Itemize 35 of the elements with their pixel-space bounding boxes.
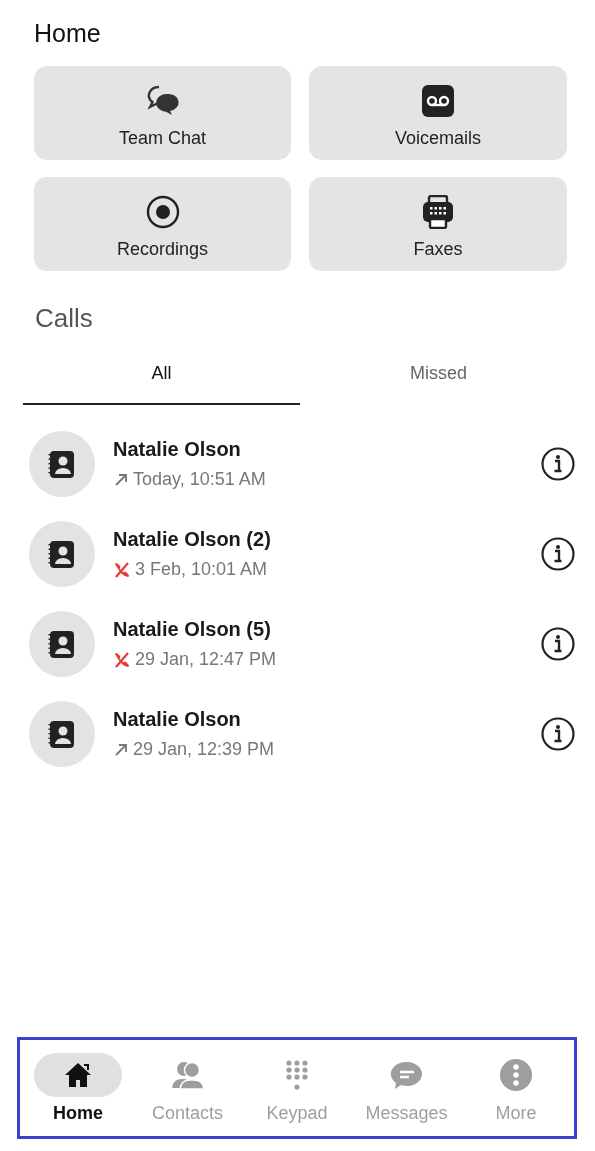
info-icon[interactable]: [541, 537, 575, 571]
info-icon[interactable]: [541, 627, 575, 661]
caller-name: Natalie Olson (2): [113, 528, 272, 551]
page-title: Home: [34, 18, 102, 49]
fax-icon: [421, 194, 455, 229]
call-time: 3 Feb, 10:01 AM: [135, 559, 268, 580]
tab[interactable]: All: [23, 355, 300, 405]
section-heading: Calls: [35, 302, 94, 335]
caller-name: Natalie Olson: [113, 708, 242, 731]
info-icon[interactable]: [541, 717, 575, 751]
call-time: Today, 10:51 AM: [133, 469, 266, 490]
call-time: 29 Jan, 12:39 PM: [133, 739, 275, 760]
missed-call-icon: [113, 560, 131, 579]
contact-avatar-icon: [29, 701, 95, 767]
outgoing-arrow-icon: [113, 741, 129, 758]
contact-avatar-icon: [29, 521, 95, 587]
shortcut-tile[interactable]: Voicemails: [309, 66, 567, 160]
message-bubble-icon: [389, 1059, 424, 1090]
record-icon: [145, 194, 180, 229]
contact-avatar-icon: [29, 431, 95, 497]
people-icon: [170, 1059, 205, 1090]
chat-bubbles-icon: [145, 83, 180, 118]
more-icon: [500, 1058, 532, 1091]
caller-name: Natalie Olson (5): [113, 618, 272, 641]
info-icon[interactable]: [541, 447, 575, 481]
shortcut-tile[interactable]: Recordings: [34, 177, 291, 271]
contact-avatar-icon: [29, 611, 95, 677]
shortcut-tile[interactable]: Faxes: [309, 177, 567, 271]
outgoing-arrow-icon: [113, 471, 129, 488]
voicemail-icon: [421, 83, 455, 118]
tab[interactable]: Missed: [300, 355, 577, 405]
missed-call-icon: [113, 650, 131, 669]
call-time: 29 Jan, 12:47 PM: [135, 649, 277, 670]
shortcut-tile[interactable]: Team Chat: [34, 66, 291, 160]
caller-name: Natalie Olson: [113, 438, 242, 461]
